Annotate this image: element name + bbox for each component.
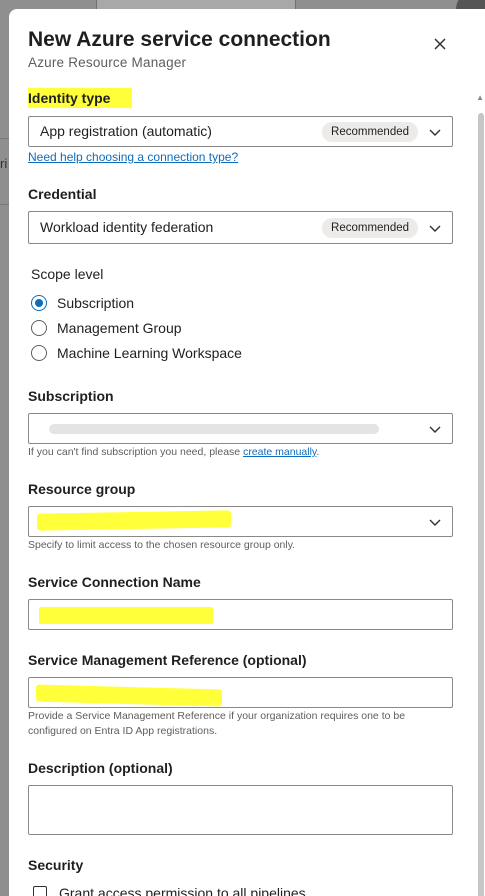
grant-access-label: Grant access permission to all pipelines <box>59 885 306 896</box>
connection-type-help-link[interactable]: Need help choosing a connection type? <box>28 150 238 164</box>
create-manually-link[interactable]: create manually <box>243 446 316 458</box>
security-label: Security <box>28 857 84 873</box>
scroll-up-icon[interactable]: ▲ <box>476 93 484 102</box>
chevron-down-icon <box>429 519 441 526</box>
radio-machine-learning-workspace[interactable]: Machine Learning Workspace <box>31 345 242 361</box>
redacted-connection-name <box>39 607 213 624</box>
radio-button[interactable] <box>31 320 47 336</box>
background-divider <box>0 204 9 205</box>
chevron-down-icon <box>429 225 441 232</box>
recommended-badge: Recommended <box>322 218 418 238</box>
radio-label: Machine Learning Workspace <box>57 345 242 361</box>
scrollbar-thumb[interactable] <box>478 113 484 896</box>
subscription-dropdown[interactable] <box>28 413 453 444</box>
subscription-hint: If you can't find subscription you need,… <box>28 446 320 458</box>
radio-button[interactable] <box>31 295 47 311</box>
resource-group-dropdown[interactable] <box>28 506 453 537</box>
redacted-management-reference <box>36 684 222 707</box>
dialog-subtitle: Azure Resource Manager <box>28 55 187 70</box>
radio-label: Subscription <box>57 295 135 311</box>
background-peek-text: ri <box>0 156 8 171</box>
radio-management-group[interactable]: Management Group <box>31 320 182 336</box>
resource-group-label: Resource group <box>28 481 136 497</box>
obscured-subscription-value <box>49 424 379 434</box>
service-connection-dialog: New Azure service connection Azure Resou… <box>9 9 485 896</box>
service-management-reference-hint: Provide a Service Management Reference i… <box>28 710 406 737</box>
service-connection-name-input[interactable] <box>28 599 453 630</box>
identity-type-dropdown[interactable]: App registration (automatic) Recommended <box>28 116 453 147</box>
identity-type-value: App registration (automatic) <box>40 123 212 139</box>
resource-group-hint: Specify to limit access to the chosen re… <box>28 539 296 551</box>
radio-subscription[interactable]: Subscription <box>31 295 134 311</box>
background-divider <box>0 138 9 139</box>
service-management-reference-label: Service Management Reference (optional) <box>28 652 307 668</box>
scope-level-label: Scope level <box>31 266 104 282</box>
credential-dropdown[interactable]: Workload identity federation Recommended <box>28 211 453 244</box>
redacted-resource-group <box>37 510 231 531</box>
dialog-title: New Azure service connection <box>28 28 331 51</box>
identity-type-label: Identity type <box>28 88 133 108</box>
description-label: Description (optional) <box>28 760 173 776</box>
description-textarea[interactable] <box>28 785 453 835</box>
service-connection-name-label: Service Connection Name <box>28 574 201 590</box>
credential-value: Workload identity federation <box>40 219 214 235</box>
chevron-down-icon <box>429 426 441 433</box>
grant-access-checkbox[interactable] <box>33 886 47 896</box>
service-management-reference-input[interactable] <box>28 677 453 708</box>
recommended-badge: Recommended <box>322 122 418 142</box>
radio-button[interactable] <box>31 345 47 361</box>
close-icon[interactable] <box>429 33 451 55</box>
radio-label: Management Group <box>57 320 182 336</box>
grant-access-checkbox-row[interactable]: Grant access permission to all pipelines <box>33 885 306 896</box>
chevron-down-icon <box>429 129 441 136</box>
subscription-label: Subscription <box>28 388 114 404</box>
credential-label: Credential <box>28 186 97 202</box>
